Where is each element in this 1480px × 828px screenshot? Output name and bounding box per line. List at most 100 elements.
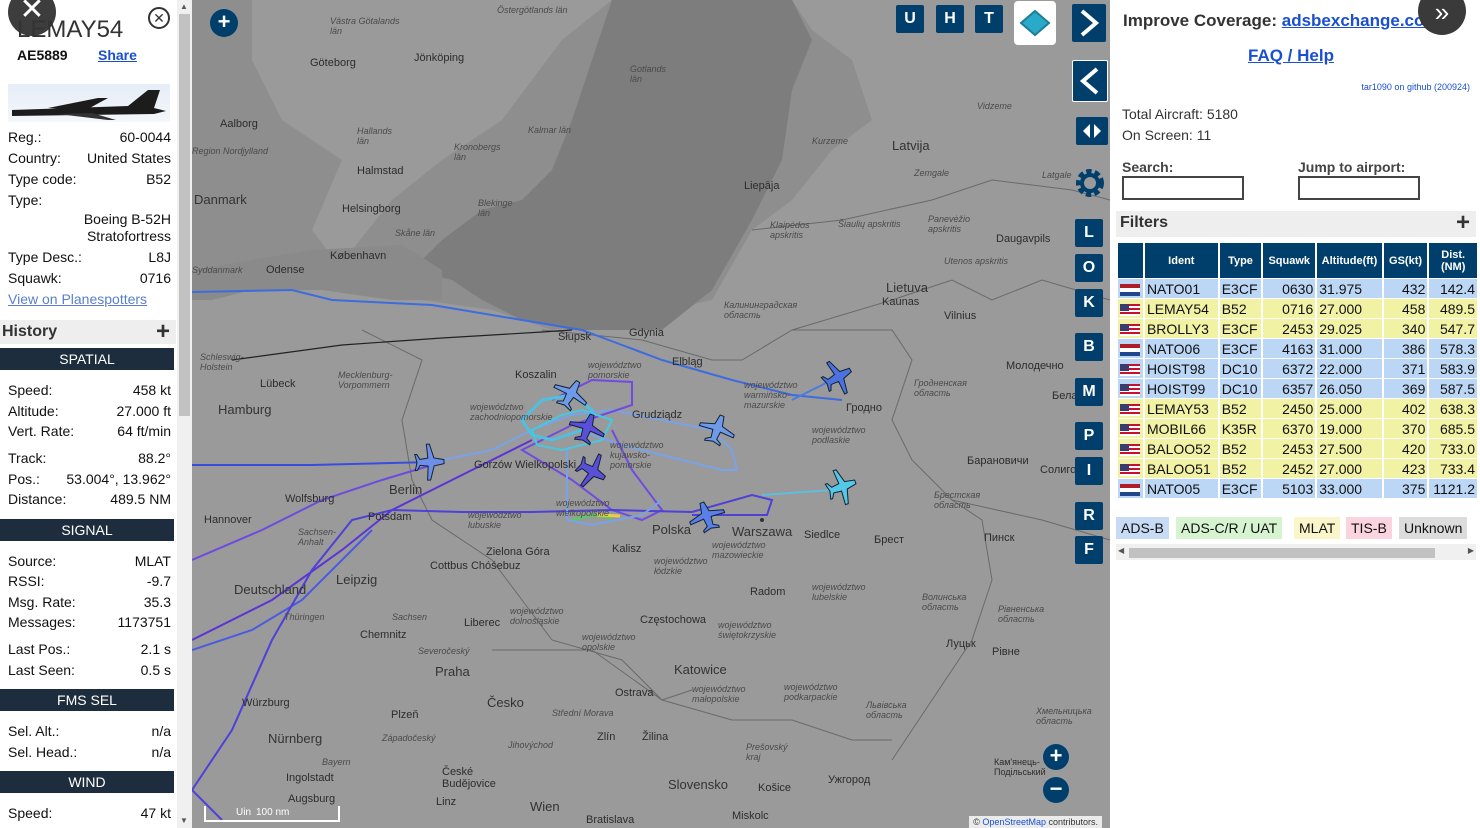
col-gs[interactable]: GS(kt)	[1383, 243, 1428, 278]
region-label: Klaipėdos apskritis	[770, 220, 810, 240]
flag-cell	[1118, 319, 1143, 338]
region-label: Prešovský kraj	[746, 742, 788, 762]
map-zoom-in-button[interactable]: +	[1043, 744, 1069, 770]
squawk-cell: 2452	[1263, 459, 1316, 478]
toggle-sidebar-button[interactable]	[1076, 117, 1108, 145]
jump-airport-input[interactable]	[1298, 176, 1420, 200]
map-button-o[interactable]: O	[1075, 254, 1103, 282]
layers-icon	[1019, 9, 1051, 37]
map-button-h[interactable]: H	[936, 5, 964, 33]
map-label: Гродно	[846, 402, 882, 414]
table-row[interactable]: NATO06 E3CF 4163 31.000 386 578.3	[1118, 339, 1477, 358]
left-right-arrows-icon	[1083, 124, 1101, 138]
map-label: Siedlce	[804, 529, 841, 541]
col-ident[interactable]: Ident	[1144, 243, 1218, 278]
filters-expand-icon[interactable]: +	[1456, 209, 1470, 237]
map-label: Warszawa	[732, 524, 793, 539]
map-button-b[interactable]: B	[1075, 333, 1103, 361]
region-label: województwo łódzkie	[654, 556, 708, 576]
region-label: województwo lubelskie	[812, 582, 866, 602]
map-label: Katowice	[674, 662, 727, 677]
map-zoom-out-button[interactable]: −	[1043, 777, 1069, 803]
table-row[interactable]: LEMAY54 B52 0716 27.000 458 489.5	[1118, 299, 1477, 318]
next-arrow-button[interactable]	[1072, 4, 1106, 42]
map-button-p[interactable]: P	[1075, 422, 1103, 450]
squawk-cell: 2453	[1263, 439, 1316, 458]
country-row: Country: United States	[8, 150, 171, 166]
aircraft-icon[interactable]	[822, 465, 862, 509]
map-button-u[interactable]: U	[896, 5, 924, 33]
col-type[interactable]: Type	[1219, 243, 1262, 278]
map-view[interactable]: Göteborg Jönköping Aalborg Halmstad Hels…	[192, 0, 1110, 828]
settings-button[interactable]	[1072, 165, 1108, 201]
col-squawk[interactable]: Squawk	[1263, 243, 1316, 278]
map-button-t[interactable]: T	[975, 5, 1003, 33]
gs-cell: 370	[1383, 419, 1428, 438]
map-button-l[interactable]: L	[1075, 219, 1103, 247]
planespotters-link[interactable]: View on Planespotters	[8, 291, 147, 307]
table-row[interactable]: NATO01 E3CF 0630 31.975 432 142.4	[1118, 279, 1477, 298]
country-flag-icon	[1120, 303, 1140, 316]
table-row[interactable]: BALOO51 B52 2452 27.000 423 733.4	[1118, 459, 1477, 478]
table-scrollbar[interactable]: ◀ ▶	[1116, 544, 1476, 560]
osm-link[interactable]: OpenStreetMap	[982, 817, 1046, 827]
faq-link[interactable]: FAQ / Help	[1248, 46, 1334, 66]
history-header[interactable]: History +	[0, 318, 176, 346]
region-label: Šiaulių apskritis	[838, 219, 901, 229]
aircraft-icon[interactable]	[695, 410, 739, 450]
table-row[interactable]: HOIST98 DC10 6372 22.000 371 583.9	[1118, 359, 1477, 378]
region-label: Västra Götalands län	[330, 16, 400, 36]
vert-rate-row: Vert. Rate: 64 ft/min	[8, 423, 171, 439]
distance-row: Distance: 489.5 NM	[8, 491, 171, 507]
table-scroll-thumb[interactable]	[1129, 548, 1435, 558]
flag-cell	[1118, 359, 1143, 378]
aircraft-icon[interactable]	[414, 443, 445, 481]
col-flag[interactable]	[1118, 243, 1143, 278]
version-link[interactable]: tar1090 on github (200924)	[1361, 82, 1470, 92]
zoom-in-button[interactable]: +	[210, 9, 238, 37]
sidebar-scrollbar[interactable]: ▲ ▼	[177, 0, 192, 828]
layers-button[interactable]	[1014, 1, 1056, 45]
dist-cell: 578.3	[1429, 339, 1477, 358]
adsbexchange-link[interactable]: adsbexchange.com	[1282, 11, 1440, 30]
speed-row: Speed: 458 kt	[8, 382, 171, 398]
ident-cell: BALOO51	[1144, 459, 1218, 478]
ident-cell: LEMAY54	[1144, 299, 1218, 318]
table-row[interactable]: BROLLY3 E3CF 2453 29.025 340 547.7	[1118, 319, 1477, 338]
map-button-i[interactable]: I	[1075, 457, 1103, 485]
aircraft-photo[interactable]	[8, 84, 170, 122]
deselect-icon[interactable]: ✕	[148, 7, 170, 29]
map-button-m[interactable]: M	[1075, 378, 1103, 406]
col-altitude[interactable]: Altitude(ft)	[1317, 243, 1382, 278]
legend-adsb: ADS-B	[1116, 517, 1169, 539]
map-label: Odense	[266, 264, 305, 276]
prev-arrow-button[interactable]	[1072, 60, 1108, 102]
map-label: Ужгород	[828, 774, 871, 786]
filters-header[interactable]: Filters +	[1116, 209, 1476, 237]
map-button-r[interactable]: R	[1075, 502, 1103, 530]
type-cell: B52	[1219, 399, 1262, 418]
map-button-f[interactable]: F	[1075, 536, 1103, 564]
search-input[interactable]	[1122, 176, 1244, 200]
table-row[interactable]: HOIST99 DC10 6357 26.050 369 587.5	[1118, 379, 1477, 398]
col-distance[interactable]: Dist. (NM)	[1429, 243, 1477, 278]
alt-cell: 29.025	[1317, 319, 1382, 338]
table-row[interactable]: BALOO52 B52 2453 27.500 420 733.0	[1118, 439, 1477, 458]
alt-cell: 33.000	[1317, 479, 1382, 498]
squawk-cell: 4163	[1263, 339, 1316, 358]
share-link[interactable]: Share	[98, 47, 137, 63]
table-row[interactable]: LEMAY53 B52 2450 25.000 402 638.3	[1118, 399, 1477, 418]
table-row[interactable]: MOBIL66 K35R 6370 19.000 370 685.5	[1118, 419, 1477, 438]
history-expand-icon[interactable]: +	[156, 318, 170, 346]
map-label: Leipzig	[336, 572, 378, 587]
map-label: Ingolstadt	[286, 772, 334, 784]
map-button-k[interactable]: K	[1075, 289, 1103, 317]
table-row[interactable]: NATO05 E3CF 5103 33.000 375 1121.2	[1118, 479, 1477, 498]
sidebar-scroll-thumb[interactable]	[179, 14, 190, 416]
map-label: Луцьк	[946, 638, 976, 650]
messages-row: Messages: 1173751	[8, 614, 171, 630]
selected-aircraft-panel: ✕ LEMAY54 ✕ AE5889 Share Reg.: 60-0044 Co…	[0, 0, 192, 828]
country-flag-icon	[1120, 463, 1140, 476]
aircraft-icon[interactable]	[570, 448, 613, 494]
region-label: województwo opolskie	[582, 632, 636, 652]
